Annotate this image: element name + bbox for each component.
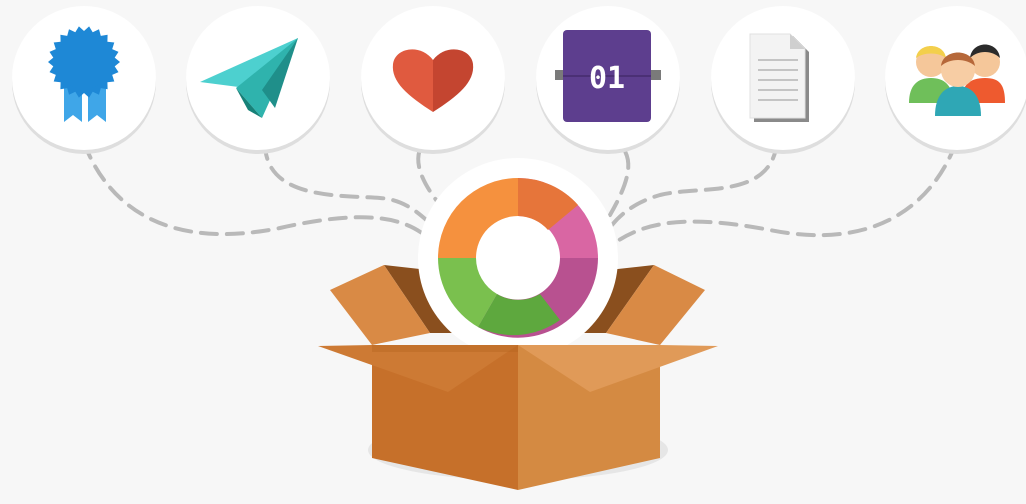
- play-logo-icon: [418, 158, 618, 358]
- open-box-icon: [318, 158, 718, 490]
- document-icon: [749, 33, 809, 122]
- calendar-day-text: 01: [589, 61, 625, 96]
- connector-5: [610, 141, 779, 227]
- connector-2: [263, 141, 442, 234]
- feature-illustration: 01: [12, 6, 1026, 490]
- calendar-icon: 01: [555, 30, 661, 122]
- connector-1: [82, 141, 432, 242]
- icon-circles: [12, 6, 1026, 150]
